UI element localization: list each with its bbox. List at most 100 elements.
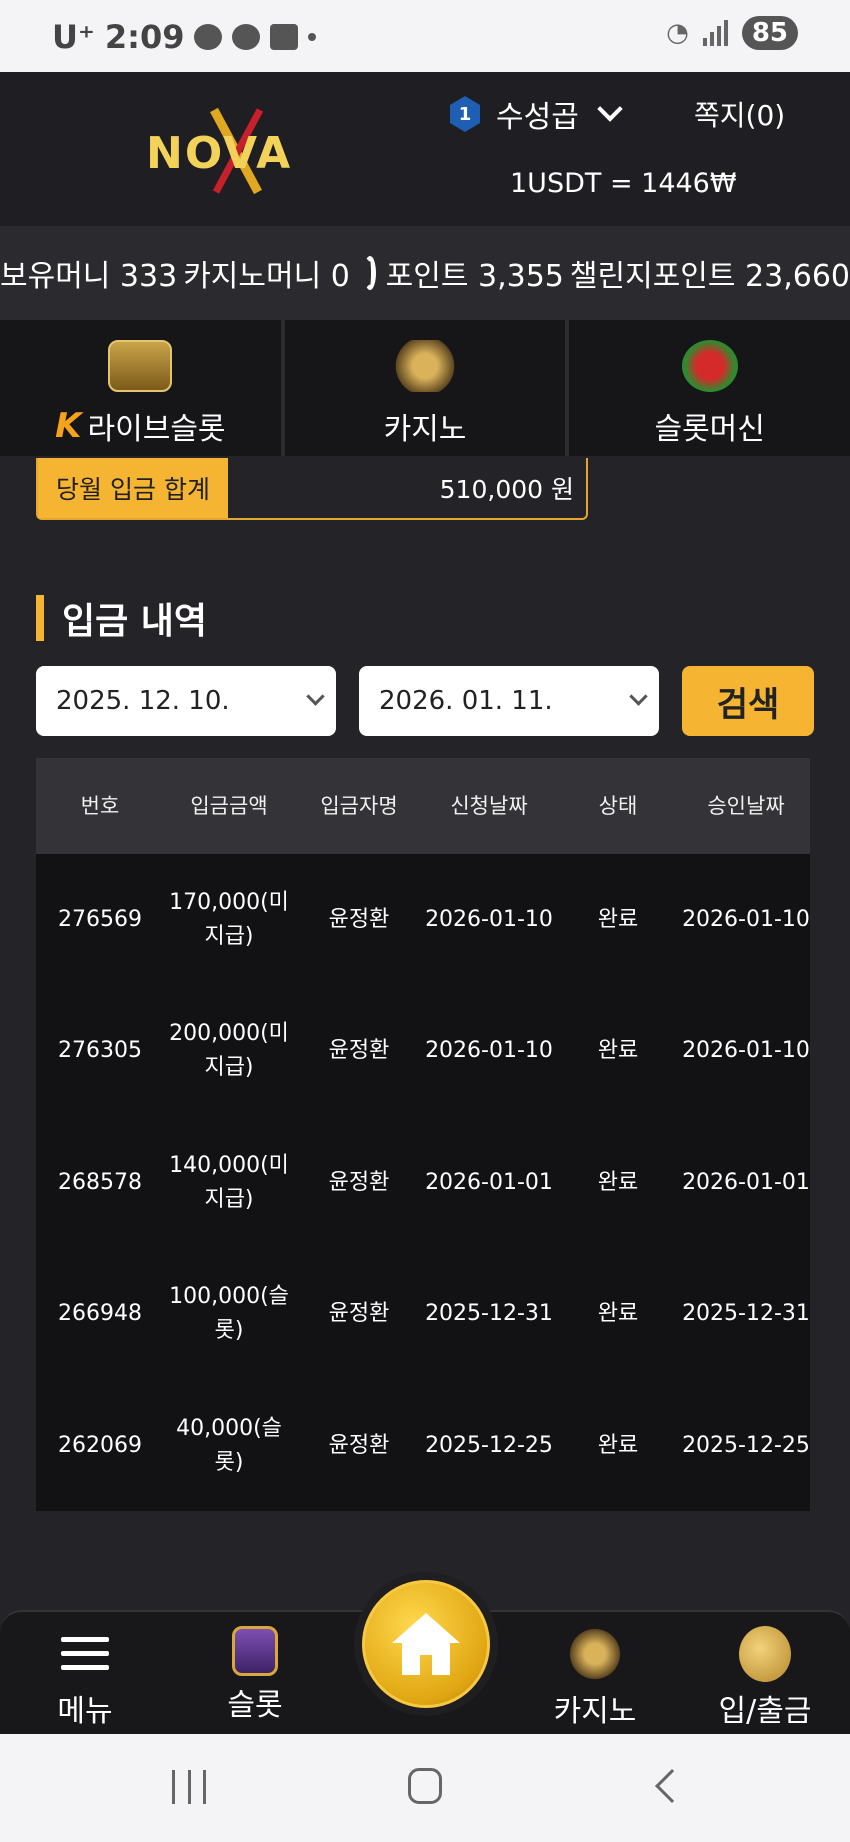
balance-bar: 보유머니 333 카지노머니 0 포인트 3,355 챌린지포인트 23,660 [0,226,850,320]
deposit-history-table: 번호 입금금액 입금자명 신청날짜 상태 승인날짜 276569 170,000… [36,758,810,1511]
cell-approval-date: 2026-01-01 [682,1169,810,1195]
coin-stack-icon [739,1626,791,1682]
cell-status: 완료 [597,1301,639,1327]
column-header: 입금금액 [190,794,268,818]
system-navigation-bar [0,1734,850,1842]
logo-text: NOVA [146,128,293,179]
exchange-rate: 1USDT = 1446₩ [510,168,737,199]
hamburger-icon [55,1626,115,1682]
cell-amount: 100,000(슬롯) [169,1284,289,1344]
cell-amount: 200,000(미지급) [169,1021,289,1081]
cell-amount: 140,000(미지급) [169,1152,289,1212]
category-label: 카지노 [383,412,467,447]
messages-link[interactable]: 쪽지(0) [694,94,785,134]
cell-number: 276569 [58,906,142,932]
cell-depositor: 윤정환 [328,1038,390,1064]
battery-indicator: 85 [741,16,798,50]
category-live-slot[interactable]: K 라이브슬롯 [0,320,285,456]
nav-label: 입/출금 [718,1694,812,1729]
cell-status: 완료 [597,1169,639,1195]
section-accent-bar [36,595,44,641]
table-row: 266948 100,000(슬롯) 윤정환 2025-12-31 완료 202… [36,1249,810,1381]
cell-amount: 40,000(슬롯) [176,1415,282,1475]
column-header: 신청날짜 [450,794,528,818]
category-casino[interactable]: 카지노 [285,320,570,456]
recent-apps-icon[interactable] [172,1770,206,1804]
cell-status: 완료 [597,1038,639,1064]
screenshot-notification-icon [270,24,299,50]
signal-icon [702,20,728,46]
777-slots-icon [681,340,738,392]
cell-amount: 170,000(미지급) [169,889,289,949]
category-tabs: K 라이브슬롯 카지노 슬롯머신 [0,320,850,456]
cell-number: 268578 [58,1169,142,1195]
column-header: 승인날짜 [707,794,785,818]
date-to-value: 2026. 01. 11. [379,686,553,716]
challenge-point-balance: 챌린지포인트 23,660 [569,259,850,294]
cell-approval-date: 2025-12-25 [682,1432,810,1458]
monthly-deposit-summary: 당월 입금 합계 510,000 원 [36,458,588,520]
table-row: 276569 170,000(미지급) 윤정환 2026-01-10 완료 20… [36,854,810,986]
category-slot-machine[interactable]: 슬롯머신 [569,320,850,456]
cell-approval-date: 2026-01-10 [682,906,810,932]
cell-approval-date: 2026-01-10 [682,1038,810,1064]
chevron-down-icon [629,687,648,706]
k-slot-casino-icon [565,1626,625,1682]
table-row: 268578 140,000(미지급) 윤정환 2026-01-01 완료 20… [36,1117,810,1249]
casino-money: 카지노머니 0 [183,259,350,294]
chevron-down-icon [597,96,623,122]
category-label: 슬롯머신 [654,412,765,447]
rank-badge: 1 [450,96,480,132]
cell-status: 완료 [597,906,639,932]
nav-slot[interactable]: 슬롯 [190,1626,320,1724]
k-slot-casino-icon [393,340,457,392]
nav-label: 카지노 [553,1694,637,1729]
column-header: 번호 [80,794,120,818]
table-body: 276569 170,000(미지급) 윤정환 2026-01-10 완료 20… [36,854,810,1511]
system-home-icon[interactable] [408,1768,442,1804]
cell-depositor: 윤정환 [328,1432,390,1458]
summary-label: 당월 입금 합계 [38,458,228,518]
nav-menu[interactable]: 메뉴 [20,1626,150,1730]
holding-money: 보유머니 333 [0,259,178,294]
slot-machine-icon [232,1626,278,1676]
nav-deposit-withdraw[interactable]: 입/출금 [700,1626,830,1730]
carrier-label: U⁺ [52,18,95,56]
chevron-down-icon [306,687,325,706]
cell-request-date: 2025-12-25 [425,1432,553,1458]
status-bar: U⁺ 2:09 ◔ 85 [0,0,850,72]
table-row: 276305 200,000(미지급) 윤정환 2026-01-10 완료 20… [36,986,810,1118]
cell-request-date: 2026-01-10 [425,906,553,932]
cell-number: 276305 [58,1038,142,1064]
cell-number: 262069 [58,1432,142,1458]
refresh-icon[interactable] [363,256,376,290]
home-button-wrap [354,1572,498,1716]
table-row: 262069 40,000(슬롯) 윤정환 2025-12-25 완료 2025… [36,1380,810,1512]
nav-label: 메뉴 [57,1694,113,1729]
nav-casino[interactable]: 카지노 [530,1626,660,1730]
site-logo[interactable]: NOVA [146,106,318,198]
user-menu[interactable]: 1 수성곱 [450,92,623,136]
cell-depositor: 윤정환 [328,1169,390,1195]
username: 수성곱 [496,100,579,135]
category-label: 라이브슬롯 [87,412,226,447]
chat-notification-icon [194,24,223,50]
cell-status: 완료 [597,1432,639,1458]
cell-depositor: 윤정환 [328,1301,390,1327]
point-balance: 포인트 3,355 [385,259,564,294]
date-from-value: 2025. 12. 10. [56,686,230,716]
cell-number: 266948 [58,1301,142,1327]
live-slot-icon [108,340,173,392]
section-title: 입금 내역 [36,592,207,644]
nav-label: 슬롯 [227,1688,283,1723]
back-icon[interactable] [655,1769,689,1803]
wifi-icon: ◔ [666,18,689,48]
search-button[interactable]: 검색 [682,666,814,736]
cell-request-date: 2026-01-10 [425,1038,553,1064]
date-to-select[interactable]: 2026. 01. 11. [359,666,659,736]
home-button[interactable] [362,1580,490,1708]
table-header: 번호 입금금액 입금자명 신청날짜 상태 승인날짜 [36,758,810,854]
cell-depositor: 윤정환 [328,906,390,932]
date-from-select[interactable]: 2025. 12. 10. [36,666,336,736]
clock: 2:09 [104,18,185,56]
